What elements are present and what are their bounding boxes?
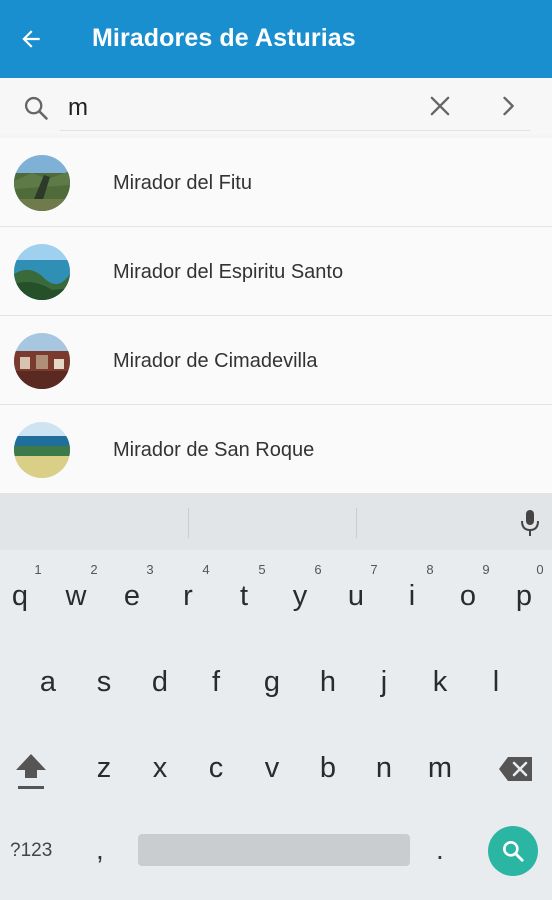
back-button[interactable] (14, 22, 48, 56)
key-hint: 0 (536, 562, 544, 577)
list-item[interactable]: Mirador de Cimadevilla (0, 316, 552, 405)
shift-icon[interactable] (14, 750, 48, 792)
key-l[interactable]: l (476, 666, 516, 699)
key-h[interactable]: h (308, 666, 348, 699)
key-hint: 3 (146, 562, 154, 577)
key-hint: 5 (258, 562, 266, 577)
microphone-icon[interactable] (518, 508, 542, 538)
key-a[interactable]: a (28, 666, 68, 699)
key-o[interactable]: o (448, 580, 488, 613)
list-item-label: Mirador de San Roque (113, 439, 315, 461)
key-hint: 9 (482, 562, 490, 577)
list-item-label: Mirador del Fitu (113, 172, 252, 194)
key-d[interactable]: d (140, 666, 180, 699)
search-input-underline (60, 130, 530, 131)
list-item[interactable]: Mirador del Espiritu Santo (0, 227, 552, 316)
key-hint: 7 (370, 562, 378, 577)
list-item-label: Mirador del Espiritu Santo (113, 261, 344, 283)
key-b[interactable]: b (308, 752, 348, 785)
search-icon (503, 841, 524, 862)
key-n[interactable]: n (364, 752, 404, 785)
key-u[interactable]: u (336, 580, 376, 613)
photo-city-rooftops (14, 333, 70, 389)
space-key[interactable] (138, 834, 410, 866)
photo-coast-estuary (14, 244, 70, 300)
period-key[interactable]: . (436, 834, 444, 866)
search-action-key[interactable] (488, 826, 538, 876)
key-hint: 6 (314, 562, 322, 577)
results-list: Mirador del Fitu Mirador del Espiritu Sa… (0, 138, 552, 494)
photo-beach-town (14, 422, 70, 478)
suggestion-divider (356, 508, 357, 538)
arrow-left-icon (22, 30, 40, 48)
key-t[interactable]: t (224, 580, 264, 613)
search-icon (24, 96, 48, 120)
key-q[interactable]: q (0, 580, 40, 613)
key-j[interactable]: j (364, 666, 404, 699)
key-hint: 8 (426, 562, 434, 577)
key-k[interactable]: k (420, 666, 460, 699)
key-x[interactable]: x (140, 752, 180, 785)
key-z[interactable]: z (84, 752, 124, 785)
key-r[interactable]: r (168, 580, 208, 613)
key-m[interactable]: m (420, 752, 460, 785)
key-e[interactable]: e (112, 580, 152, 613)
list-item[interactable]: Mirador del Fitu (0, 138, 552, 227)
photo-mountain-viewpoint (14, 155, 70, 211)
key-i[interactable]: i (392, 580, 432, 613)
key-f[interactable]: f (196, 666, 236, 699)
key-hint: 4 (202, 562, 210, 577)
symbols-key[interactable]: ?123 (10, 840, 52, 862)
key-w[interactable]: w (56, 580, 96, 613)
app-bar: Miradores de Asturias (0, 0, 552, 78)
suggestion-strip (0, 494, 552, 550)
page-title: Miradores de Asturias (92, 24, 356, 52)
key-g[interactable]: g (252, 666, 292, 699)
chevron-right-icon[interactable] (494, 92, 522, 120)
key-v[interactable]: v (252, 752, 292, 785)
soft-keyboard: 1 2 3 4 5 6 7 8 9 0 q w e r t y u i o p … (0, 494, 552, 900)
suggestion-divider (188, 508, 189, 538)
key-hint: 2 (90, 562, 98, 577)
search-input[interactable]: m (68, 94, 88, 122)
search-bar: m (0, 78, 552, 134)
key-hint: 1 (34, 562, 42, 577)
list-item-label: Mirador de Cimadevilla (113, 350, 318, 372)
key-p[interactable]: p (504, 580, 544, 613)
key-s[interactable]: s (84, 666, 124, 699)
backspace-icon[interactable] (498, 756, 534, 782)
key-c[interactable]: c (196, 752, 236, 785)
key-y[interactable]: y (280, 580, 320, 613)
list-item[interactable]: Mirador de San Roque (0, 405, 552, 494)
comma-key[interactable]: , (96, 834, 104, 866)
close-icon[interactable] (426, 92, 454, 120)
